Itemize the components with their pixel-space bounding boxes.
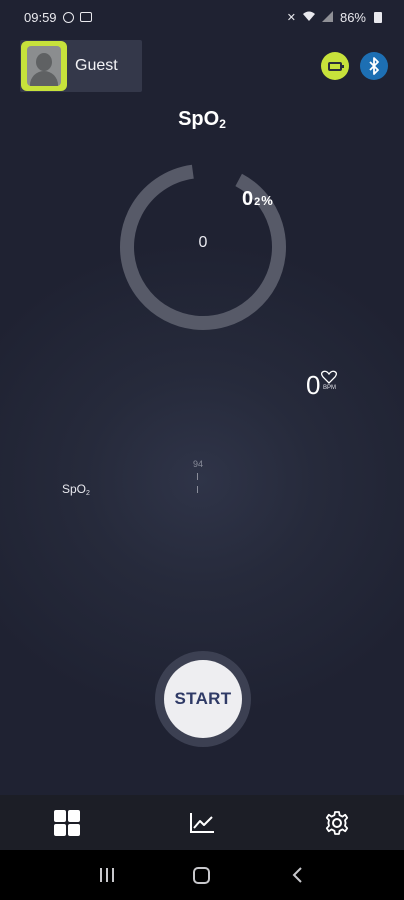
spo2-sub: 2	[254, 196, 261, 208]
user-name: Guest	[75, 57, 118, 74]
chart-line-icon	[190, 812, 214, 833]
device-battery-button[interactable]	[321, 52, 349, 80]
pulse-side: BPM	[321, 370, 338, 391]
status-time: 09:59	[24, 9, 57, 25]
bottom-nav	[0, 795, 404, 850]
heart-icon	[321, 370, 338, 384]
pulse-unit: BPM	[322, 385, 336, 391]
status-battery-icon	[374, 11, 382, 23]
nav-dashboard[interactable]	[0, 795, 135, 850]
recents-icon	[100, 868, 115, 882]
battery-percent: 86%	[339, 9, 366, 25]
gauge-center-value: 0	[198, 234, 208, 251]
page-title: SpO2	[0, 108, 404, 131]
wifi-icon	[302, 10, 316, 25]
gallery-icon	[79, 12, 92, 22]
pulse-value: 0	[306, 370, 321, 400]
graph-tick-mark	[197, 486, 198, 493]
home-icon	[193, 866, 211, 884]
recents-button[interactable]	[87, 855, 127, 895]
spo2-unit: %	[261, 193, 273, 208]
title-sub: 2	[219, 117, 226, 131]
status-left: 09:59	[24, 10, 92, 25]
signal-icon	[321, 10, 334, 25]
system-nav-bar	[0, 850, 404, 900]
graph-label: SpO2	[62, 482, 90, 497]
status-bar: 09:59 ✕ 86%	[0, 0, 404, 34]
avatar-placeholder-icon	[27, 46, 61, 86]
status-right: ✕ 86%	[287, 10, 382, 25]
title-main: Sp	[178, 108, 204, 130]
app-screen: 09:59 ✕ 86% Guest SpO2 0 0 2 % 0 BPM SpO…	[0, 0, 404, 900]
avatar	[21, 41, 67, 91]
bluetooth-icon	[369, 57, 379, 75]
nav-settings[interactable]	[269, 795, 404, 850]
bluetooth-button[interactable]	[360, 52, 388, 80]
graph-tick-label: 94	[192, 459, 203, 469]
spo2-value: 0	[242, 188, 254, 210]
title-o: O	[203, 108, 220, 130]
mute-icon: ✕	[286, 11, 296, 24]
graph-label-main: SpO	[62, 482, 87, 496]
graph-tick-mark	[197, 473, 198, 480]
gear-icon	[325, 810, 348, 835]
whatsapp-icon	[62, 11, 74, 23]
home-button[interactable]	[182, 855, 222, 895]
nav-history[interactable]	[135, 795, 270, 850]
dashboard-grid-icon	[54, 809, 81, 836]
spo2-readout: 0 2%	[242, 188, 273, 211]
user-profile-button[interactable]: Guest	[20, 40, 142, 92]
back-icon	[292, 867, 302, 883]
battery-icon	[328, 61, 344, 71]
back-button[interactable]	[277, 855, 317, 895]
graph-label-sub: 2	[86, 490, 90, 497]
start-button[interactable]: START	[164, 660, 242, 738]
pulse-readout: 0 BPM	[306, 370, 338, 400]
